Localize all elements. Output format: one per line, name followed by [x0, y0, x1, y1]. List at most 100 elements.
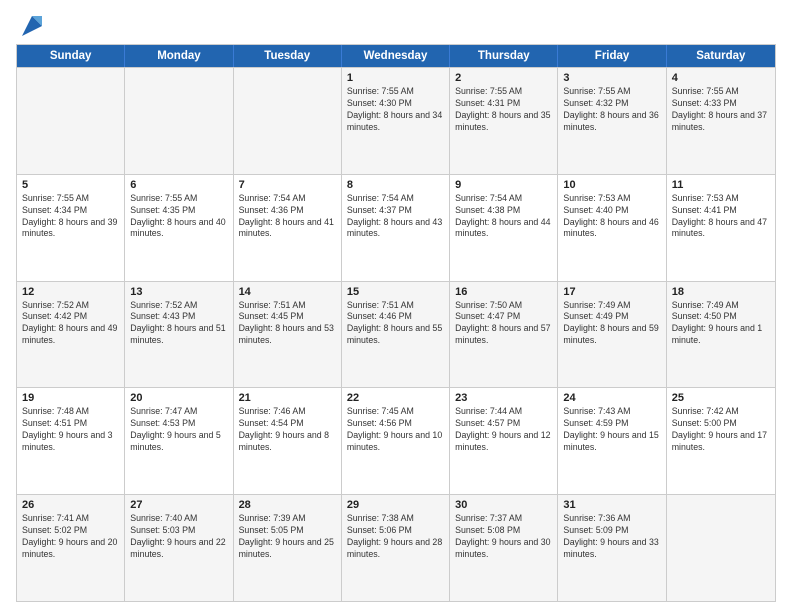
- day-number: 8: [347, 179, 444, 191]
- calendar-grid: SundayMondayTuesdayWednesdayThursdayFrid…: [16, 44, 776, 602]
- cell-daylight-info: Sunrise: 7:38 AM Sunset: 5:06 PM Dayligh…: [347, 513, 444, 561]
- cell-daylight-info: Sunrise: 7:54 AM Sunset: 4:38 PM Dayligh…: [455, 193, 552, 241]
- cell-daylight-info: Sunrise: 7:48 AM Sunset: 4:51 PM Dayligh…: [22, 406, 119, 454]
- cell-daylight-info: Sunrise: 7:46 AM Sunset: 4:54 PM Dayligh…: [239, 406, 336, 454]
- day-number: 27: [130, 499, 227, 511]
- calendar-cell: 21 Sunrise: 7:46 AM Sunset: 4:54 PM Dayli…: [234, 388, 342, 494]
- calendar-cell: 4 Sunrise: 7:55 AM Sunset: 4:33 PM Daylig…: [667, 68, 775, 174]
- calendar-cell: 26Sunrise: 7:41 AM Sunset: 5:02 PM Dayli…: [17, 495, 125, 601]
- calendar-cell: 24 Sunrise: 7:43 AM Sunset: 4:59 PM Dayli…: [558, 388, 666, 494]
- cell-daylight-info: Sunrise: 7:55 AM Sunset: 4:30 PM Dayligh…: [347, 86, 444, 134]
- calendar-row: 12 Sunrise: 7:52 AM Sunset: 4:42 PM Dayli…: [17, 281, 775, 388]
- calendar-cell: [17, 68, 125, 174]
- calendar-cell: 28Sunrise: 7:39 AM Sunset: 5:05 PM Dayli…: [234, 495, 342, 601]
- calendar-cell: 1Sunrise: 7:55 AM Sunset: 4:30 PM Daylig…: [342, 68, 450, 174]
- calendar-cell: 8Sunrise: 7:54 AM Sunset: 4:37 PM Daylig…: [342, 175, 450, 281]
- calendar-cell: 17 Sunrise: 7:49 AM Sunset: 4:49 PM Dayli…: [558, 282, 666, 388]
- cell-daylight-info: Sunrise: 7:47 AM Sunset: 4:53 PM Dayligh…: [130, 406, 227, 454]
- calendar-cell: 10Sunrise: 7:53 AM Sunset: 4:40 PM Dayli…: [558, 175, 666, 281]
- calendar-cell: 5 Sunrise: 7:55 AM Sunset: 4:34 PM Daylig…: [17, 175, 125, 281]
- cell-daylight-info: Sunrise: 7:51 AM Sunset: 4:45 PM Dayligh…: [239, 300, 336, 348]
- cell-daylight-info: Sunrise: 7:36 AM Sunset: 5:09 PM Dayligh…: [563, 513, 660, 561]
- day-number: 17: [563, 286, 660, 298]
- logo-icon: [18, 12, 46, 40]
- day-number: 14: [239, 286, 336, 298]
- cell-daylight-info: Sunrise: 7:53 AM Sunset: 4:41 PM Dayligh…: [672, 193, 770, 241]
- calendar-cell: 9 Sunrise: 7:54 AM Sunset: 4:38 PM Daylig…: [450, 175, 558, 281]
- cell-daylight-info: Sunrise: 7:55 AM Sunset: 4:35 PM Dayligh…: [130, 193, 227, 241]
- calendar-cell: 22 Sunrise: 7:45 AM Sunset: 4:56 PM Dayli…: [342, 388, 450, 494]
- calendar-row: 1Sunrise: 7:55 AM Sunset: 4:30 PM Daylig…: [17, 67, 775, 174]
- day-number: 5: [22, 179, 119, 191]
- cell-daylight-info: Sunrise: 7:55 AM Sunset: 4:34 PM Dayligh…: [22, 193, 119, 241]
- day-number: 4: [672, 72, 770, 84]
- calendar-cell: 6 Sunrise: 7:55 AM Sunset: 4:35 PM Daylig…: [125, 175, 233, 281]
- day-number: 15: [347, 286, 444, 298]
- calendar-cell: 27 Sunrise: 7:40 AM Sunset: 5:03 PM Dayli…: [125, 495, 233, 601]
- cell-daylight-info: Sunrise: 7:49 AM Sunset: 4:50 PM Dayligh…: [672, 300, 770, 348]
- calendar-cell: 31 Sunrise: 7:36 AM Sunset: 5:09 PM Dayli…: [558, 495, 666, 601]
- cell-daylight-info: Sunrise: 7:42 AM Sunset: 5:00 PM Dayligh…: [672, 406, 770, 454]
- day-number: 9: [455, 179, 552, 191]
- day-number: 20: [130, 392, 227, 404]
- day-number: 25: [672, 392, 770, 404]
- weekday-header: Thursday: [450, 45, 558, 67]
- cell-daylight-info: Sunrise: 7:40 AM Sunset: 5:03 PM Dayligh…: [130, 513, 227, 561]
- calendar-cell: 11 Sunrise: 7:53 AM Sunset: 4:41 PM Dayli…: [667, 175, 775, 281]
- weekday-header: Friday: [558, 45, 666, 67]
- day-number: 3: [563, 72, 660, 84]
- calendar-cell: 18 Sunrise: 7:49 AM Sunset: 4:50 PM Dayli…: [667, 282, 775, 388]
- header: [16, 12, 776, 36]
- day-number: 11: [672, 179, 770, 191]
- day-number: 18: [672, 286, 770, 298]
- weekday-header: Saturday: [667, 45, 775, 67]
- day-number: 22: [347, 392, 444, 404]
- calendar-cell: [125, 68, 233, 174]
- calendar-cell: [234, 68, 342, 174]
- calendar-cell: 14 Sunrise: 7:51 AM Sunset: 4:45 PM Dayli…: [234, 282, 342, 388]
- day-number: 24: [563, 392, 660, 404]
- day-number: 7: [239, 179, 336, 191]
- calendar-cell: 15 Sunrise: 7:51 AM Sunset: 4:46 PM Dayli…: [342, 282, 450, 388]
- day-number: 6: [130, 179, 227, 191]
- calendar-cell: 23Sunrise: 7:44 AM Sunset: 4:57 PM Dayli…: [450, 388, 558, 494]
- day-number: 31: [563, 499, 660, 511]
- day-number: 26: [22, 499, 119, 511]
- cell-daylight-info: Sunrise: 7:45 AM Sunset: 4:56 PM Dayligh…: [347, 406, 444, 454]
- calendar-cell: 19 Sunrise: 7:48 AM Sunset: 4:51 PM Dayli…: [17, 388, 125, 494]
- calendar-cell: 25 Sunrise: 7:42 AM Sunset: 5:00 PM Dayli…: [667, 388, 775, 494]
- day-number: 29: [347, 499, 444, 511]
- calendar-cell: [667, 495, 775, 601]
- cell-daylight-info: Sunrise: 7:43 AM Sunset: 4:59 PM Dayligh…: [563, 406, 660, 454]
- cell-daylight-info: Sunrise: 7:51 AM Sunset: 4:46 PM Dayligh…: [347, 300, 444, 348]
- cell-daylight-info: Sunrise: 7:52 AM Sunset: 4:42 PM Dayligh…: [22, 300, 119, 348]
- calendar-cell: 16 Sunrise: 7:50 AM Sunset: 4:47 PM Dayli…: [450, 282, 558, 388]
- cell-daylight-info: Sunrise: 7:49 AM Sunset: 4:49 PM Dayligh…: [563, 300, 660, 348]
- day-number: 19: [22, 392, 119, 404]
- day-number: 12: [22, 286, 119, 298]
- cell-daylight-info: Sunrise: 7:37 AM Sunset: 5:08 PM Dayligh…: [455, 513, 552, 561]
- cell-daylight-info: Sunrise: 7:50 AM Sunset: 4:47 PM Dayligh…: [455, 300, 552, 348]
- day-number: 16: [455, 286, 552, 298]
- calendar-cell: 7 Sunrise: 7:54 AM Sunset: 4:36 PM Daylig…: [234, 175, 342, 281]
- calendar-cell: 3 Sunrise: 7:55 AM Sunset: 4:32 PM Daylig…: [558, 68, 666, 174]
- cell-daylight-info: Sunrise: 7:55 AM Sunset: 4:32 PM Dayligh…: [563, 86, 660, 134]
- calendar-page: SundayMondayTuesdayWednesdayThursdayFrid…: [0, 0, 792, 612]
- calendar-row: 26Sunrise: 7:41 AM Sunset: 5:02 PM Dayli…: [17, 494, 775, 601]
- calendar-cell: 13Sunrise: 7:52 AM Sunset: 4:43 PM Dayli…: [125, 282, 233, 388]
- cell-daylight-info: Sunrise: 7:55 AM Sunset: 4:33 PM Dayligh…: [672, 86, 770, 134]
- cell-daylight-info: Sunrise: 7:55 AM Sunset: 4:31 PM Dayligh…: [455, 86, 552, 134]
- calendar-header: SundayMondayTuesdayWednesdayThursdayFrid…: [17, 45, 775, 67]
- calendar-row: 19 Sunrise: 7:48 AM Sunset: 4:51 PM Dayli…: [17, 387, 775, 494]
- day-number: 21: [239, 392, 336, 404]
- logo: [16, 12, 46, 36]
- cell-daylight-info: Sunrise: 7:44 AM Sunset: 4:57 PM Dayligh…: [455, 406, 552, 454]
- weekday-header: Sunday: [17, 45, 125, 67]
- weekday-header: Tuesday: [234, 45, 342, 67]
- calendar-cell: 20 Sunrise: 7:47 AM Sunset: 4:53 PM Dayli…: [125, 388, 233, 494]
- calendar-cell: 30Sunrise: 7:37 AM Sunset: 5:08 PM Dayli…: [450, 495, 558, 601]
- calendar-body: 1Sunrise: 7:55 AM Sunset: 4:30 PM Daylig…: [17, 67, 775, 601]
- cell-daylight-info: Sunrise: 7:54 AM Sunset: 4:36 PM Dayligh…: [239, 193, 336, 241]
- day-number: 10: [563, 179, 660, 191]
- calendar-cell: 12 Sunrise: 7:52 AM Sunset: 4:42 PM Dayli…: [17, 282, 125, 388]
